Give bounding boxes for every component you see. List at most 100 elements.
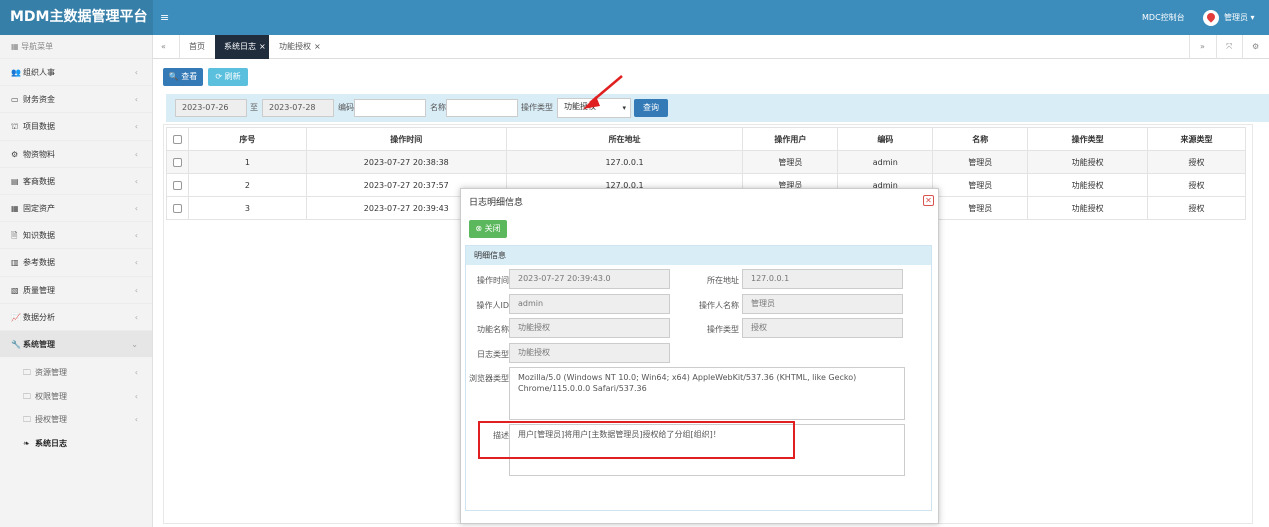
tab-scroll-right-icon[interactable]: » xyxy=(1200,35,1205,59)
optype-select[interactable]: 功能授权 ▾ xyxy=(557,98,631,118)
browser-type-textarea[interactable]: Mozilla/5.0 (Windows NT 10.0; Win64; x64… xyxy=(509,367,905,420)
wrench-icon: 🔧 xyxy=(11,339,21,349)
address-field[interactable]: 127.0.0.1 xyxy=(742,269,903,289)
row-select-cell[interactable] xyxy=(166,196,189,220)
table-cell: 功能授权 xyxy=(1027,150,1149,174)
folder-icon: 🗀 xyxy=(23,415,31,425)
sidebar-header: ▦ 导航菜单 xyxy=(11,42,54,51)
folder-icon: 🗀 xyxy=(23,391,31,401)
refresh-button[interactable]: ⟳ 刷新 xyxy=(208,68,248,86)
function-name-field[interactable]: 功能授权 xyxy=(509,318,670,338)
col-header[interactable]: 操作时间 xyxy=(305,127,507,151)
sidebar: ▦ 导航菜单 👥 组织人事 ‹ ▭ 财务资金 ‹ ⛫ 项目数据 ‹ ⚙ 物资物料 ‹ ▤ 客商数据… xyxy=(0,35,153,527)
table-cell: 管理员 xyxy=(932,173,1029,197)
operator-id-field[interactable]: admin xyxy=(509,294,670,314)
code-input[interactable] xyxy=(354,99,426,117)
sidebar-item-system[interactable]: 🔧 系统管理 ⌄ xyxy=(0,329,152,358)
sidebar-item-analysis[interactable]: 📈 数据分析 ‹ xyxy=(0,302,152,330)
chevron-left-icon: ‹ xyxy=(134,68,138,77)
view-button[interactable]: 🔍 查看 xyxy=(163,68,203,86)
tab-scroll-left-icon[interactable]: « xyxy=(161,35,166,59)
function-name-label: 功能名称 xyxy=(477,325,509,334)
date-separator: 至 xyxy=(250,103,258,112)
mdc-console-link[interactable]: MDC控制台 xyxy=(1142,0,1185,35)
sidebar-subitem-syslog[interactable]: ❧ 系统日志 xyxy=(0,432,152,456)
close-icon[interactable]: × xyxy=(314,42,321,51)
chevron-left-icon: ‹ xyxy=(134,176,138,186)
document-icon: 🗎 xyxy=(11,231,18,241)
col-header[interactable]: 操作类型 xyxy=(1027,127,1149,151)
tab-home[interactable]: 首页 xyxy=(189,35,205,59)
list-icon: ▥ xyxy=(11,258,19,268)
row-checkbox[interactable] xyxy=(172,180,182,190)
chevron-left-icon: ‹ xyxy=(134,415,138,425)
close-button[interactable]: ⊗ 关闭 xyxy=(469,220,507,238)
code-label: 编码 xyxy=(338,103,354,112)
col-header[interactable]: 来源类型 xyxy=(1147,127,1246,151)
chevron-left-icon: ‹ xyxy=(134,149,138,159)
col-header[interactable]: 所在地址 xyxy=(505,127,744,151)
tab-function-auth[interactable]: 功能授权 × xyxy=(279,35,321,59)
tab-system-log[interactable]: 系统日志 × xyxy=(215,35,269,59)
query-button[interactable]: 查询 xyxy=(634,99,668,117)
row-select-cell[interactable] xyxy=(166,150,189,174)
sidebar-item-quality[interactable]: ▧ 质量管理 ‹ xyxy=(0,275,152,303)
select-all-cell[interactable] xyxy=(166,127,189,151)
tab-divider xyxy=(1189,35,1190,59)
row-checkbox[interactable] xyxy=(172,203,182,213)
row-checkbox[interactable] xyxy=(172,157,182,167)
sidebar-item-customer[interactable]: ▤ 客商数据 ‹ xyxy=(0,166,152,194)
op-type-label: 操作类型 xyxy=(707,325,739,334)
date-from-input[interactable]: 2023-07-26 xyxy=(175,99,247,117)
chevron-left-icon: ‹ xyxy=(134,122,138,132)
section-title: 明细信息 xyxy=(466,246,931,265)
optype-label: 操作类型 xyxy=(521,103,553,112)
op-type-field[interactable]: 授权 xyxy=(742,318,903,338)
sidebar-item-project[interactable]: ⛫ 项目数据 ‹ xyxy=(0,112,152,139)
log-type-field[interactable]: 功能授权 xyxy=(509,343,670,363)
user-menu[interactable]: 管理员 ▾ xyxy=(1203,9,1255,26)
close-icon[interactable]: × xyxy=(259,42,266,51)
address-label: 所在地址 xyxy=(707,276,739,285)
assets-icon: ▦ xyxy=(11,203,19,213)
table-cell: 127.0.0.1 xyxy=(505,150,744,174)
table-row[interactable]: 1 2023-07-27 20:38:38 127.0.0.1 管理员 admi… xyxy=(166,150,1246,174)
leaf-icon: ❧ xyxy=(23,438,30,448)
sidebar-item-assets[interactable]: ▦ 固定资产 ‹ xyxy=(0,193,152,221)
gear-icon[interactable]: ⚙ xyxy=(1252,35,1259,59)
table-cell: 功能授权 xyxy=(1027,196,1149,220)
close-icon[interactable]: ✕ xyxy=(923,195,934,206)
col-header[interactable]: 编码 xyxy=(837,127,934,151)
table-cell: 1 xyxy=(187,150,307,174)
sidebar-item-material[interactable]: ⚙ 物资物料 ‹ xyxy=(0,139,152,167)
sidebar-subitem-authorization[interactable]: 🗀 授权管理 ‹ xyxy=(0,408,152,432)
row-select-cell[interactable] xyxy=(166,173,189,197)
select-all-checkbox[interactable] xyxy=(172,134,182,144)
chevron-down-icon: ▾ xyxy=(622,104,626,112)
sidebar-item-knowledge[interactable]: 🗎 知识数据 ‹ xyxy=(0,221,152,248)
top-navbar: MDM主数据管理平台 ≡ MDC控制台 管理员 ▾ xyxy=(0,0,1269,35)
table-cell: 2023-07-27 20:38:38 xyxy=(305,150,507,174)
col-header[interactable]: 序号 xyxy=(187,127,307,151)
sidebar-subitem-resource[interactable]: 🗀 资源管理 ‹ xyxy=(0,361,152,385)
table-cell: 授权 xyxy=(1147,150,1246,174)
avatar xyxy=(1203,9,1219,26)
name-input[interactable] xyxy=(446,99,518,117)
col-header[interactable]: 名称 xyxy=(932,127,1029,151)
sidebar-item-org[interactable]: 👥 组织人事 ‹ xyxy=(0,58,152,85)
table-cell: 3 xyxy=(187,196,307,220)
operator-name-field[interactable]: 管理员 xyxy=(742,294,903,314)
sidebar-subitem-permission[interactable]: 🗀 权限管理 ‹ xyxy=(0,385,152,409)
chevron-left-icon: ‹ xyxy=(134,368,138,378)
card-icon: ▭ xyxy=(11,95,19,105)
app-brand[interactable]: MDM主数据管理平台 xyxy=(0,0,153,35)
col-header[interactable]: 操作用户 xyxy=(742,127,839,151)
table-cell: 功能授权 xyxy=(1027,173,1149,197)
sidebar-item-reference[interactable]: ▥ 参考数据 ‹ xyxy=(0,248,152,275)
fullscreen-icon[interactable]: ⤧ xyxy=(1226,35,1232,59)
op-time-field[interactable]: 2023-07-27 20:39:43.0 xyxy=(509,269,670,289)
date-to-input[interactable]: 2023-07-28 xyxy=(262,99,334,117)
chart-icon: 📈 xyxy=(11,312,21,322)
sidebar-item-finance[interactable]: ▭ 财务资金 ‹ xyxy=(0,85,152,112)
menu-toggle-icon[interactable]: ≡ xyxy=(160,0,169,35)
